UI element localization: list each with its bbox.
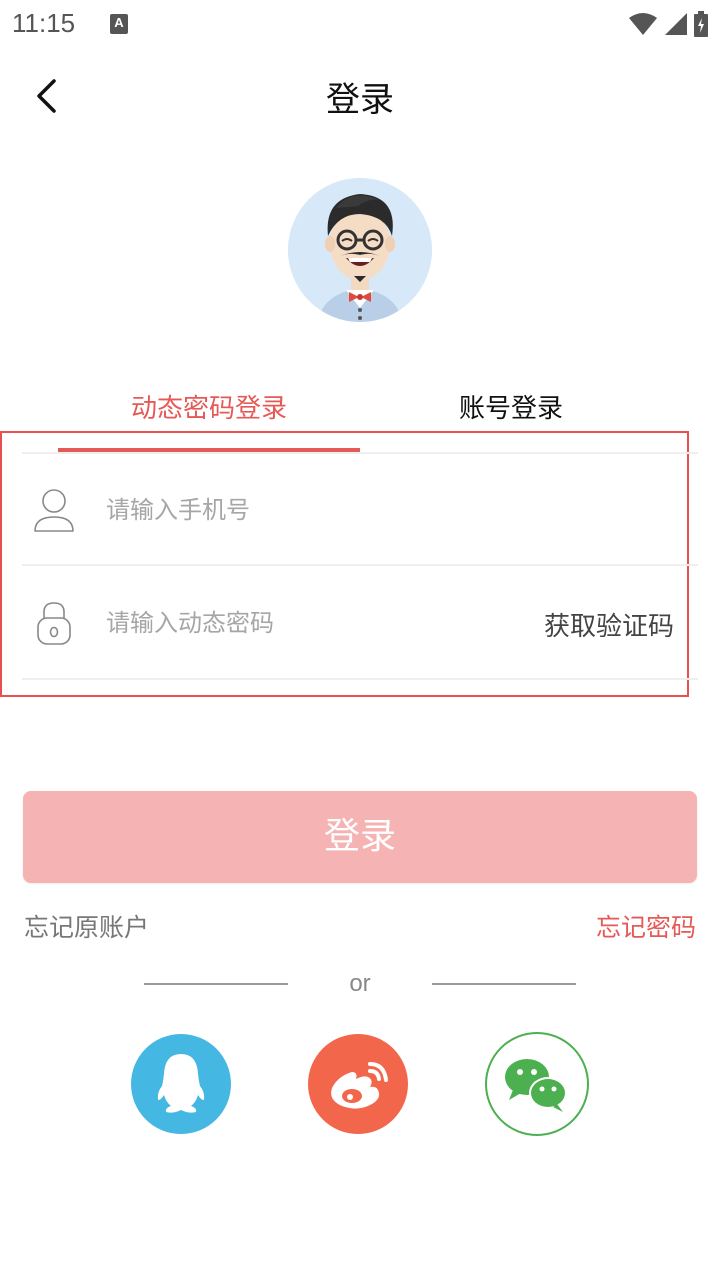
or-text: or — [349, 970, 371, 997]
forgot-account-link[interactable]: 忘记原账户 — [24, 908, 149, 944]
tab-sms-login[interactable]: 动态密码登录 — [58, 388, 360, 428]
weibo-login-button[interactable] — [308, 1034, 408, 1134]
a-icon: A — [110, 14, 128, 34]
weibo-icon — [331, 1062, 388, 1109]
phone-field-row — [22, 455, 698, 565]
divider — [22, 678, 698, 680]
status-time: 11:15 — [12, 8, 76, 38]
or-divider-line — [144, 983, 288, 985]
avatar — [288, 178, 432, 322]
wifi-icon — [629, 13, 657, 35]
lock-icon — [37, 602, 71, 645]
user-icon — [34, 489, 74, 532]
header: 登录 — [0, 58, 720, 130]
battery-icon — [694, 11, 708, 37]
login-button[interactable]: 登录 — [23, 791, 697, 883]
wechat-icon — [505, 1059, 567, 1112]
or-divider-line — [432, 983, 576, 985]
qq-login-button[interactable] — [131, 1034, 231, 1134]
forgot-password-link[interactable]: 忘记密码 — [596, 908, 696, 944]
wechat-login-button[interactable] — [485, 1032, 589, 1136]
signal-icon — [665, 13, 687, 35]
divider — [22, 564, 698, 566]
code-field-row: 获取验证码 — [22, 568, 698, 678]
divider — [22, 452, 698, 454]
get-code-button[interactable]: 获取验证码 — [544, 606, 674, 643]
qq-icon — [157, 1054, 205, 1113]
page-title: 登录 — [326, 80, 394, 120]
phone-input[interactable] — [106, 485, 526, 535]
avatar-illustration — [288, 178, 432, 322]
status-icons — [628, 10, 708, 38]
code-input[interactable] — [106, 598, 526, 648]
tab-account-login[interactable]: 账号登录 — [360, 388, 662, 428]
status-bar: 11:15 A — [0, 0, 720, 48]
